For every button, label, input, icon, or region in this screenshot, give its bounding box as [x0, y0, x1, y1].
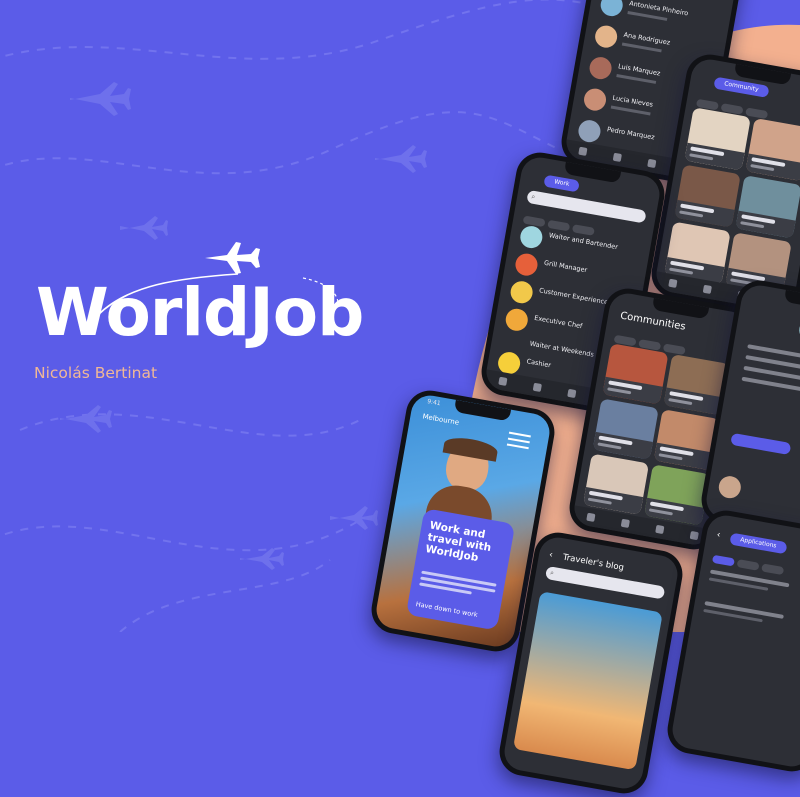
community-card[interactable] — [582, 453, 650, 515]
profile-card[interactable] — [684, 107, 751, 171]
tab-applications[interactable]: Applications — [729, 532, 788, 555]
jobs-icon[interactable] — [702, 284, 712, 294]
back-icon[interactable]: ‹ — [716, 530, 721, 540]
job-title: Executive Chef — [533, 313, 583, 331]
avatar — [587, 55, 614, 81]
avatar — [582, 86, 608, 113]
blog-image[interactable] — [512, 591, 663, 771]
home-icon[interactable] — [497, 376, 508, 386]
brand-author: Nicolás Bertinat — [34, 364, 158, 382]
menu-icon[interactable] — [506, 431, 531, 450]
airplane-icon — [205, 242, 260, 274]
community-icon[interactable] — [566, 388, 576, 399]
welcome-headline: Work and travel with WorldJob — [424, 519, 493, 565]
home-icon[interactable] — [577, 146, 588, 156]
avatar — [593, 23, 619, 50]
contact-name: Pedro Marquez — [606, 125, 656, 142]
avatar — [717, 474, 743, 500]
job-title: Cashier — [526, 357, 552, 370]
home-icon[interactable] — [585, 512, 596, 522]
company-logo — [513, 251, 540, 278]
profile-card[interactable] — [735, 175, 800, 239]
community-card[interactable] — [643, 464, 711, 526]
job-details-list — [738, 344, 800, 422]
jobs-icon[interactable] — [532, 382, 542, 392]
company-logo — [518, 224, 545, 250]
home-icon[interactable] — [667, 278, 678, 288]
profile-icon[interactable] — [689, 530, 699, 541]
phone-notch — [651, 297, 710, 320]
community-icon[interactable] — [646, 158, 656, 169]
back-icon[interactable]: ‹ — [548, 550, 553, 560]
company-logo — [508, 279, 535, 305]
brand-block: WorldJob Nicolás Bertinat — [28, 240, 428, 400]
tab-work[interactable]: Work — [543, 174, 581, 193]
job-title: Waiter and Bartender — [548, 231, 619, 252]
status-clock: 9:41 — [426, 398, 442, 408]
avatar — [598, 0, 625, 18]
community-card[interactable] — [602, 343, 669, 405]
welcome-card: Work and travel with WorldJob Have down … — [405, 508, 516, 631]
profile-card[interactable] — [674, 164, 741, 228]
community-icon[interactable] — [654, 524, 664, 535]
apply-button[interactable] — [730, 432, 792, 456]
phone-notch — [783, 289, 800, 312]
brand-title: WorldJob — [36, 274, 364, 351]
jobs-icon[interactable] — [612, 152, 622, 162]
jobs-icon[interactable] — [620, 518, 630, 528]
avatar — [576, 118, 603, 144]
city-label: Melbourne — [421, 412, 460, 427]
community-card[interactable] — [592, 398, 659, 460]
company-logo — [504, 307, 530, 333]
phone-notch — [453, 399, 512, 422]
job-title: Grill Manager — [543, 258, 588, 275]
profile-card[interactable] — [745, 118, 800, 182]
